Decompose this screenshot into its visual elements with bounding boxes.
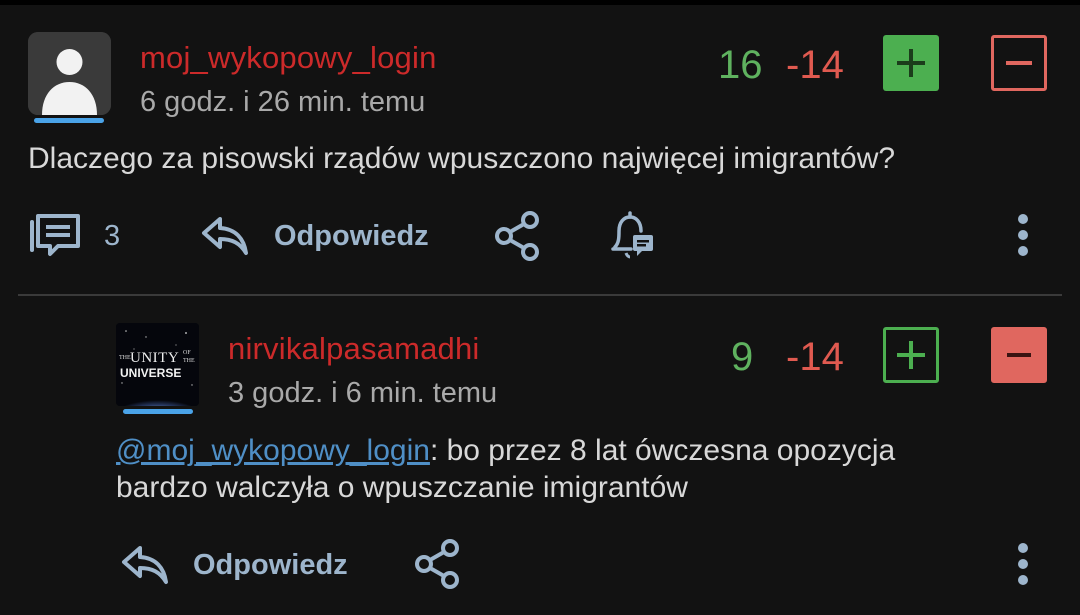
minus-icon xyxy=(1006,61,1032,65)
post-upvote-button[interactable] xyxy=(883,35,939,91)
post-timestamp[interactable]: 6 godz. i 26 min. temu xyxy=(140,86,425,119)
plus-icon xyxy=(897,341,925,369)
reply-body-text-1: : bo przez 8 lat ówczesna opozycja xyxy=(429,434,896,467)
reply-icon[interactable] xyxy=(200,213,250,257)
comments-icon[interactable] xyxy=(28,212,82,258)
avatar-text-the: THE xyxy=(119,355,131,361)
post-avatar[interactable] xyxy=(28,32,111,115)
reply-upvote-button[interactable] xyxy=(883,327,939,383)
avatar-text-of: OF xyxy=(183,350,191,356)
mention-link[interactable]: @moj_wykopowy_login xyxy=(116,434,430,467)
reply-downvote-button[interactable] xyxy=(991,327,1047,383)
post-minus-count: -14 xyxy=(786,43,844,87)
reply-body: @moj_wykopowy_login: bo przez 8 lat ówcz… xyxy=(116,432,1056,506)
reply-body-line-2: bardzo walczyła o wpuszczanie imigrantów xyxy=(116,471,688,504)
share-icon[interactable] xyxy=(414,538,462,590)
comment-divider xyxy=(18,294,1062,296)
reply-minus-count: -14 xyxy=(786,335,844,379)
share-icon[interactable] xyxy=(494,210,542,262)
reply-reply-button[interactable]: Odpowiedz xyxy=(193,549,348,582)
user-avatar-icon xyxy=(28,32,111,115)
reply-avatar[interactable]: THE UNITY OF THE UNIVERSE xyxy=(116,323,199,406)
post-more-options-icon[interactable] xyxy=(1018,214,1030,262)
reply-timestamp[interactable]: 3 godz. i 6 min. temu xyxy=(228,377,497,410)
post-downvote-button[interactable] xyxy=(991,35,1047,91)
avatar-text-the2: THE xyxy=(183,358,195,364)
post-username[interactable]: moj_wykopowy_login xyxy=(140,40,437,76)
post-body: Dlaczego za pisowski rządów wpuszczono n… xyxy=(28,142,896,175)
avatar-text-universe: UNIVERSE xyxy=(120,366,182,380)
reply-more-options-icon[interactable] xyxy=(1018,543,1030,591)
reply-icon[interactable] xyxy=(120,542,170,586)
plus-icon xyxy=(897,49,925,77)
post-reply-button[interactable]: Odpowiedz xyxy=(274,220,429,253)
notification-bell-icon[interactable] xyxy=(607,211,657,261)
reply-body-line-1: @moj_wykopowy_login: bo przez 8 lat ówcz… xyxy=(116,432,1056,469)
minus-icon xyxy=(1007,353,1031,357)
post-plus-count: 16 xyxy=(718,43,763,87)
reply-username[interactable]: nirvikalpasamadhi xyxy=(228,331,480,367)
reply-plus-count: 9 xyxy=(731,335,754,379)
reply-avatar-underline xyxy=(123,409,193,414)
top-edge xyxy=(0,0,1080,5)
comment-count[interactable]: 3 xyxy=(104,220,120,253)
avatar-text-unity: UNITY xyxy=(130,350,180,366)
post-avatar-underline xyxy=(34,118,104,123)
